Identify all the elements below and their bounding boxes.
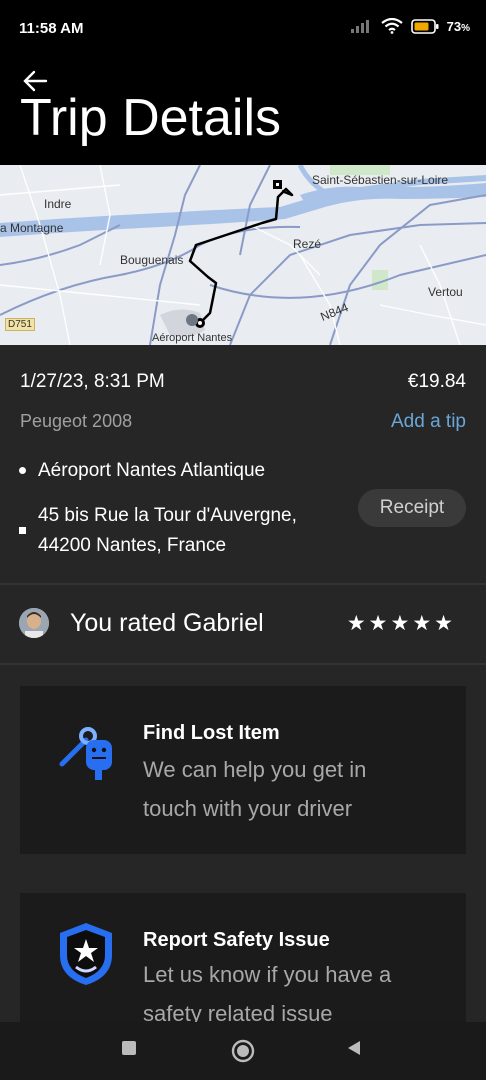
find-lost-item-title: Find Lost Item <box>143 722 280 744</box>
system-nav-bar <box>0 1022 486 1080</box>
trip-date: 1/27/23, 8:31 PM <box>20 371 165 392</box>
driver-rating-row[interactable]: You rated Gabriel ★★★★★ <box>0 585 486 663</box>
rating-stars: ★★★★★ <box>346 612 456 635</box>
vehicle-model: Peugeot 2008 <box>20 411 133 431</box>
trip-map[interactable]: Indre a Montagne Saint-Sébastien-sur-Loi… <box>0 165 486 345</box>
header: Trip Details <box>0 58 486 165</box>
find-lost-item-desc-line1: We can help you get in <box>143 757 367 782</box>
battery-icon <box>410 18 439 34</box>
find-lost-item-card[interactable]: Find Lost Item We can help you get in to… <box>20 686 466 854</box>
map-canvas <box>0 165 486 345</box>
trip-summary: 1/27/23, 8:31 PM €19.84 Peugeot 2008 Add… <box>0 345 486 583</box>
status-bar: 11:58 AM 73% <box>0 0 486 58</box>
rated-driver-text: You rated Gabriel <box>70 609 264 637</box>
map-label-montagne: a Montagne <box>0 221 64 235</box>
home-circle-icon[interactable] <box>231 1039 255 1063</box>
map-label-bouguenais: Bouguenais <box>120 253 184 267</box>
signal-icon <box>350 20 369 33</box>
add-tip-link[interactable]: Add a tip <box>391 411 466 433</box>
find-lost-item-desc-line2: touch with your driver <box>143 796 353 821</box>
status-icons: 73% <box>350 18 470 34</box>
divider <box>0 663 486 665</box>
trip-price: €19.84 <box>407 371 466 392</box>
pickup-dot-icon <box>19 467 26 474</box>
pickup-address: Aéroport Nantes Atlantique <box>38 460 266 481</box>
map-label-d751: D751 <box>5 318 35 331</box>
status-time: 11:58 AM <box>19 20 84 37</box>
dropoff-address-line2: 44200 Nantes, France <box>38 535 227 556</box>
battery-percent: 73% <box>446 18 470 34</box>
keys-icon <box>59 727 112 780</box>
back-triangle-icon[interactable] <box>346 1040 362 1056</box>
map-label-saint-sebastien: Saint-Sébastien-sur-Loire <box>312 173 449 187</box>
map-label-reze: Rezé <box>293 237 322 251</box>
wifi-icon <box>380 18 403 34</box>
report-safety-issue-card[interactable]: Report Safety Issue Let us know if you h… <box>20 893 466 1033</box>
map-label-indre: Indre <box>44 197 72 211</box>
map-label-aeroport: Aéroport Nantes <box>152 332 233 344</box>
report-safety-desc-line1: Let us know if you have a <box>143 962 392 987</box>
receipt-button[interactable]: Receipt <box>358 489 466 527</box>
dropoff-square-icon <box>19 527 26 534</box>
shield-star-icon <box>60 923 112 985</box>
find-lost-item-description: We can help you get in touch with your d… <box>143 750 443 828</box>
page-title: Trip Details <box>20 89 282 147</box>
driver-avatar <box>19 608 49 638</box>
map-label-vertou: Vertou <box>428 285 463 299</box>
report-safety-title: Report Safety Issue <box>143 929 330 951</box>
dropoff-address-line1: 45 bis Rue la Tour d'Auvergne, <box>38 505 297 526</box>
recents-square-icon[interactable] <box>121 1040 137 1056</box>
